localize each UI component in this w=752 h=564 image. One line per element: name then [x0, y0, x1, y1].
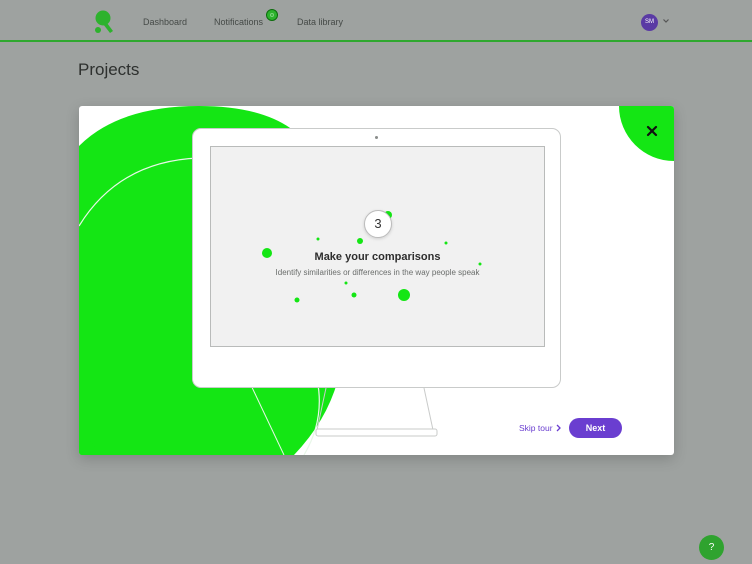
help-button[interactable]: ? — [699, 535, 724, 560]
next-button[interactable]: Next — [569, 418, 622, 438]
notification-badge-icon — [266, 9, 278, 21]
skip-tour-link[interactable]: Skip tour — [519, 423, 562, 433]
nav-data-library[interactable]: Data library — [297, 17, 343, 27]
user-avatar[interactable]: SM — [641, 14, 658, 31]
chevron-right-icon — [556, 424, 561, 432]
nav-notifications[interactable]: Notifications — [214, 17, 263, 27]
monitor-screen: 3 Make your comparisons Identify similar… — [210, 146, 545, 347]
top-navigation: Dashboard Notifications Data library SM — [0, 0, 752, 42]
step-title: Make your comparisons — [314, 251, 441, 263]
monitor-illustration: 3 Make your comparisons Identify similar… — [192, 128, 561, 388]
monitor-camera — [375, 136, 378, 139]
onboarding-tour-modal: 3 Make your comparisons Identify similar… — [79, 106, 674, 455]
close-icon[interactable] — [645, 124, 659, 138]
logo-icon[interactable] — [94, 10, 114, 34]
skip-tour-label: Skip tour — [519, 423, 553, 433]
chevron-down-icon[interactable] — [662, 17, 670, 25]
nav-dashboard[interactable]: Dashboard — [143, 17, 187, 27]
scattered-dots-decoration — [262, 211, 482, 303]
step-number-badge: 3 — [364, 210, 392, 238]
step-description: Identify similarities or differences in … — [275, 268, 480, 277]
monitor-stand-illustration — [315, 387, 438, 437]
page-title: Projects — [78, 60, 140, 79]
